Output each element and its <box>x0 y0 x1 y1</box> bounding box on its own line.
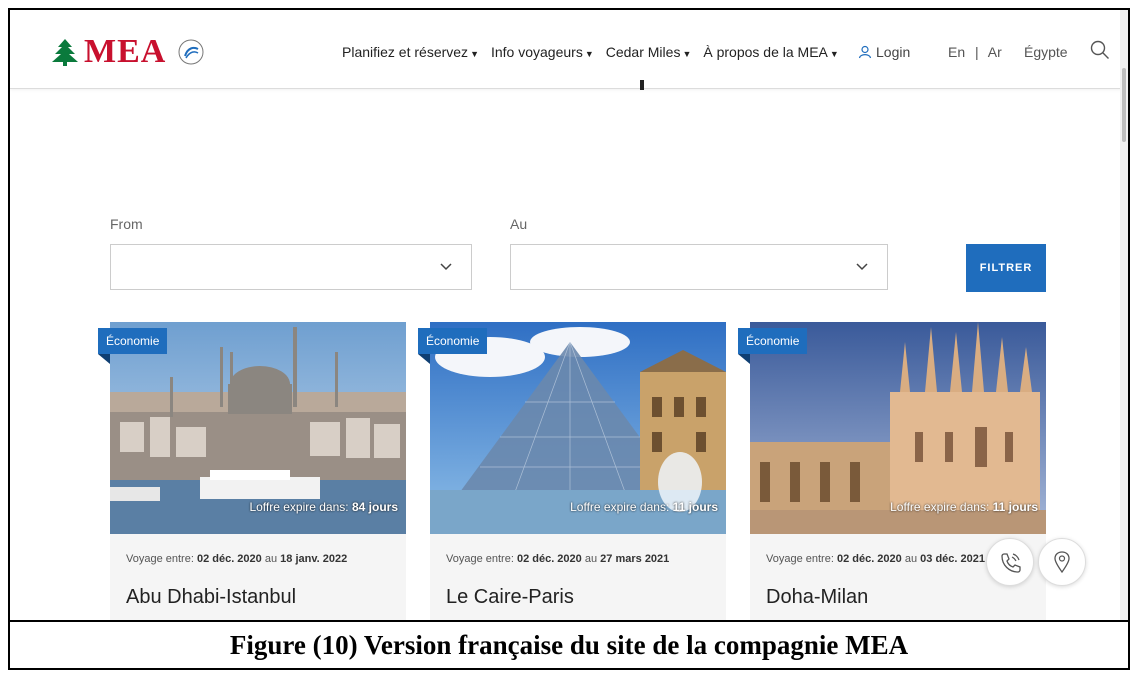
call-button[interactable] <box>986 538 1034 586</box>
dates-mid: au <box>584 553 598 565</box>
expiry-prefix: Loffre expire dans: <box>890 500 990 514</box>
badge-fold <box>98 354 110 364</box>
cedar-tree-icon <box>52 39 78 66</box>
filter-button[interactable]: FILTRER <box>966 244 1046 292</box>
travel-dates: Voyage entre: 02 déc. 2020 au 03 déc. 20… <box>766 552 1006 566</box>
lang-ar[interactable]: Ar <box>988 44 1002 60</box>
dates-prefix: Voyage entre: <box>126 553 194 565</box>
offer-route: Doha-Milan <box>766 586 869 608</box>
main-nav: Planifiez et réservez ▼ Info voyageurs ▼ C… <box>342 44 839 60</box>
nav-label: Cedar Miles <box>605 44 681 60</box>
location-button[interactable] <box>1038 538 1086 586</box>
figure-frame: MEA Planifiez et réservez ▼ Info voyageur… <box>8 8 1130 670</box>
site-header: MEA Planifiez et réservez ▼ Info voyageur… <box>10 10 1128 89</box>
caret-down-icon: ▼ <box>584 49 594 59</box>
expiry-prefix: Loffre expire dans: <box>249 500 349 514</box>
country-selector[interactable]: Égypte <box>1024 44 1068 60</box>
mea-logo[interactable]: MEA <box>50 30 206 74</box>
expiry-prefix: Loffre expire dans: <box>570 500 670 514</box>
from-select[interactable] <box>110 244 472 290</box>
fare-class-badge: Économie <box>98 328 168 354</box>
hidden-title-fragment <box>640 80 644 90</box>
offer-route: Abu Dhabi-Istanbul <box>126 586 297 608</box>
offer-route: Le Caire-Paris <box>446 586 574 608</box>
login-link[interactable]: Login <box>858 44 910 60</box>
to-select[interactable] <box>510 244 888 290</box>
language-switcher: En | Ar <box>948 44 1002 60</box>
from-label: From <box>110 216 143 232</box>
travel-dates: Voyage entre: 02 déc. 2020 au 18 janv. 2… <box>126 552 366 566</box>
offer-card[interactable]: Économie Loffre expire dans: 84 jours Vo… <box>98 322 406 620</box>
to-label: Au <box>510 216 528 232</box>
offer-expiry: Loffre expire dans: 84 jours <box>249 500 398 514</box>
fare-class-badge: Économie <box>418 328 488 354</box>
date-to: 18 janv. 2022 <box>280 553 348 565</box>
location-pin-icon <box>1054 551 1070 573</box>
caret-down-icon: ▼ <box>682 49 692 59</box>
login-label: Login <box>876 44 911 60</box>
expiry-days: 84 jours <box>351 500 398 514</box>
chevron-down-icon <box>856 263 868 271</box>
chevron-down-icon <box>440 263 452 271</box>
nav-about-mea[interactable]: À propos de la MEA ▼ <box>703 44 838 60</box>
caret-down-icon: ▼ <box>470 49 479 59</box>
fare-class-badge: Économie <box>738 328 808 354</box>
skyteam-icon <box>178 39 204 65</box>
date-from: 02 déc. 2020 <box>516 553 582 565</box>
expiry-days: 11 jours <box>992 500 1038 514</box>
nav-plan-book[interactable]: Planifiez et réservez ▼ <box>342 44 479 60</box>
dates-mid: au <box>904 553 918 565</box>
offer-expiry: Loffre expire dans: 11 jours <box>570 500 718 514</box>
nav-traveller-info[interactable]: Info voyageurs ▼ <box>491 44 594 60</box>
dates-prefix: Voyage entre: <box>446 553 514 565</box>
lang-separator: | <box>975 44 979 60</box>
dates-prefix: Voyage entre: <box>766 553 834 565</box>
nav-label: À propos de la MEA <box>703 44 828 60</box>
scrollbar-thumb[interactable] <box>1122 68 1126 142</box>
badge-fold <box>418 354 430 364</box>
browser-viewport: MEA Planifiez et réservez ▼ Info voyageur… <box>10 10 1128 622</box>
nav-cedar-miles[interactable]: Cedar Miles ▼ <box>606 44 692 60</box>
user-icon <box>858 45 872 59</box>
search-icon[interactable] <box>1090 40 1110 60</box>
date-from: 02 déc. 2020 <box>196 553 262 565</box>
nav-label: Planifiez et réservez <box>342 44 469 60</box>
lang-en[interactable]: En <box>948 44 965 60</box>
date-to: 27 mars 2021 <box>600 553 670 565</box>
nav-label: Info voyageurs <box>490 44 583 60</box>
offer-card[interactable]: Économie Loffre expire dans: 11 jours Vo… <box>418 322 726 620</box>
phone-icon <box>1001 553 1021 573</box>
badge-fold <box>738 354 750 364</box>
caret-down-icon: ▼ <box>829 49 839 59</box>
date-from: 02 déc. 2020 <box>836 553 902 565</box>
dates-mid: au <box>264 553 278 565</box>
logo-text: MEA <box>84 33 167 70</box>
date-to: 03 déc. 2021 <box>920 553 986 565</box>
offer-expiry: Loffre expire dans: 11 jours <box>890 500 1038 514</box>
travel-dates: Voyage entre: 02 déc. 2020 au 27 mars 20… <box>446 552 686 566</box>
figure-caption: Figure (10) Version française du site de… <box>229 629 909 660</box>
expiry-days: 11 jours <box>672 500 718 514</box>
